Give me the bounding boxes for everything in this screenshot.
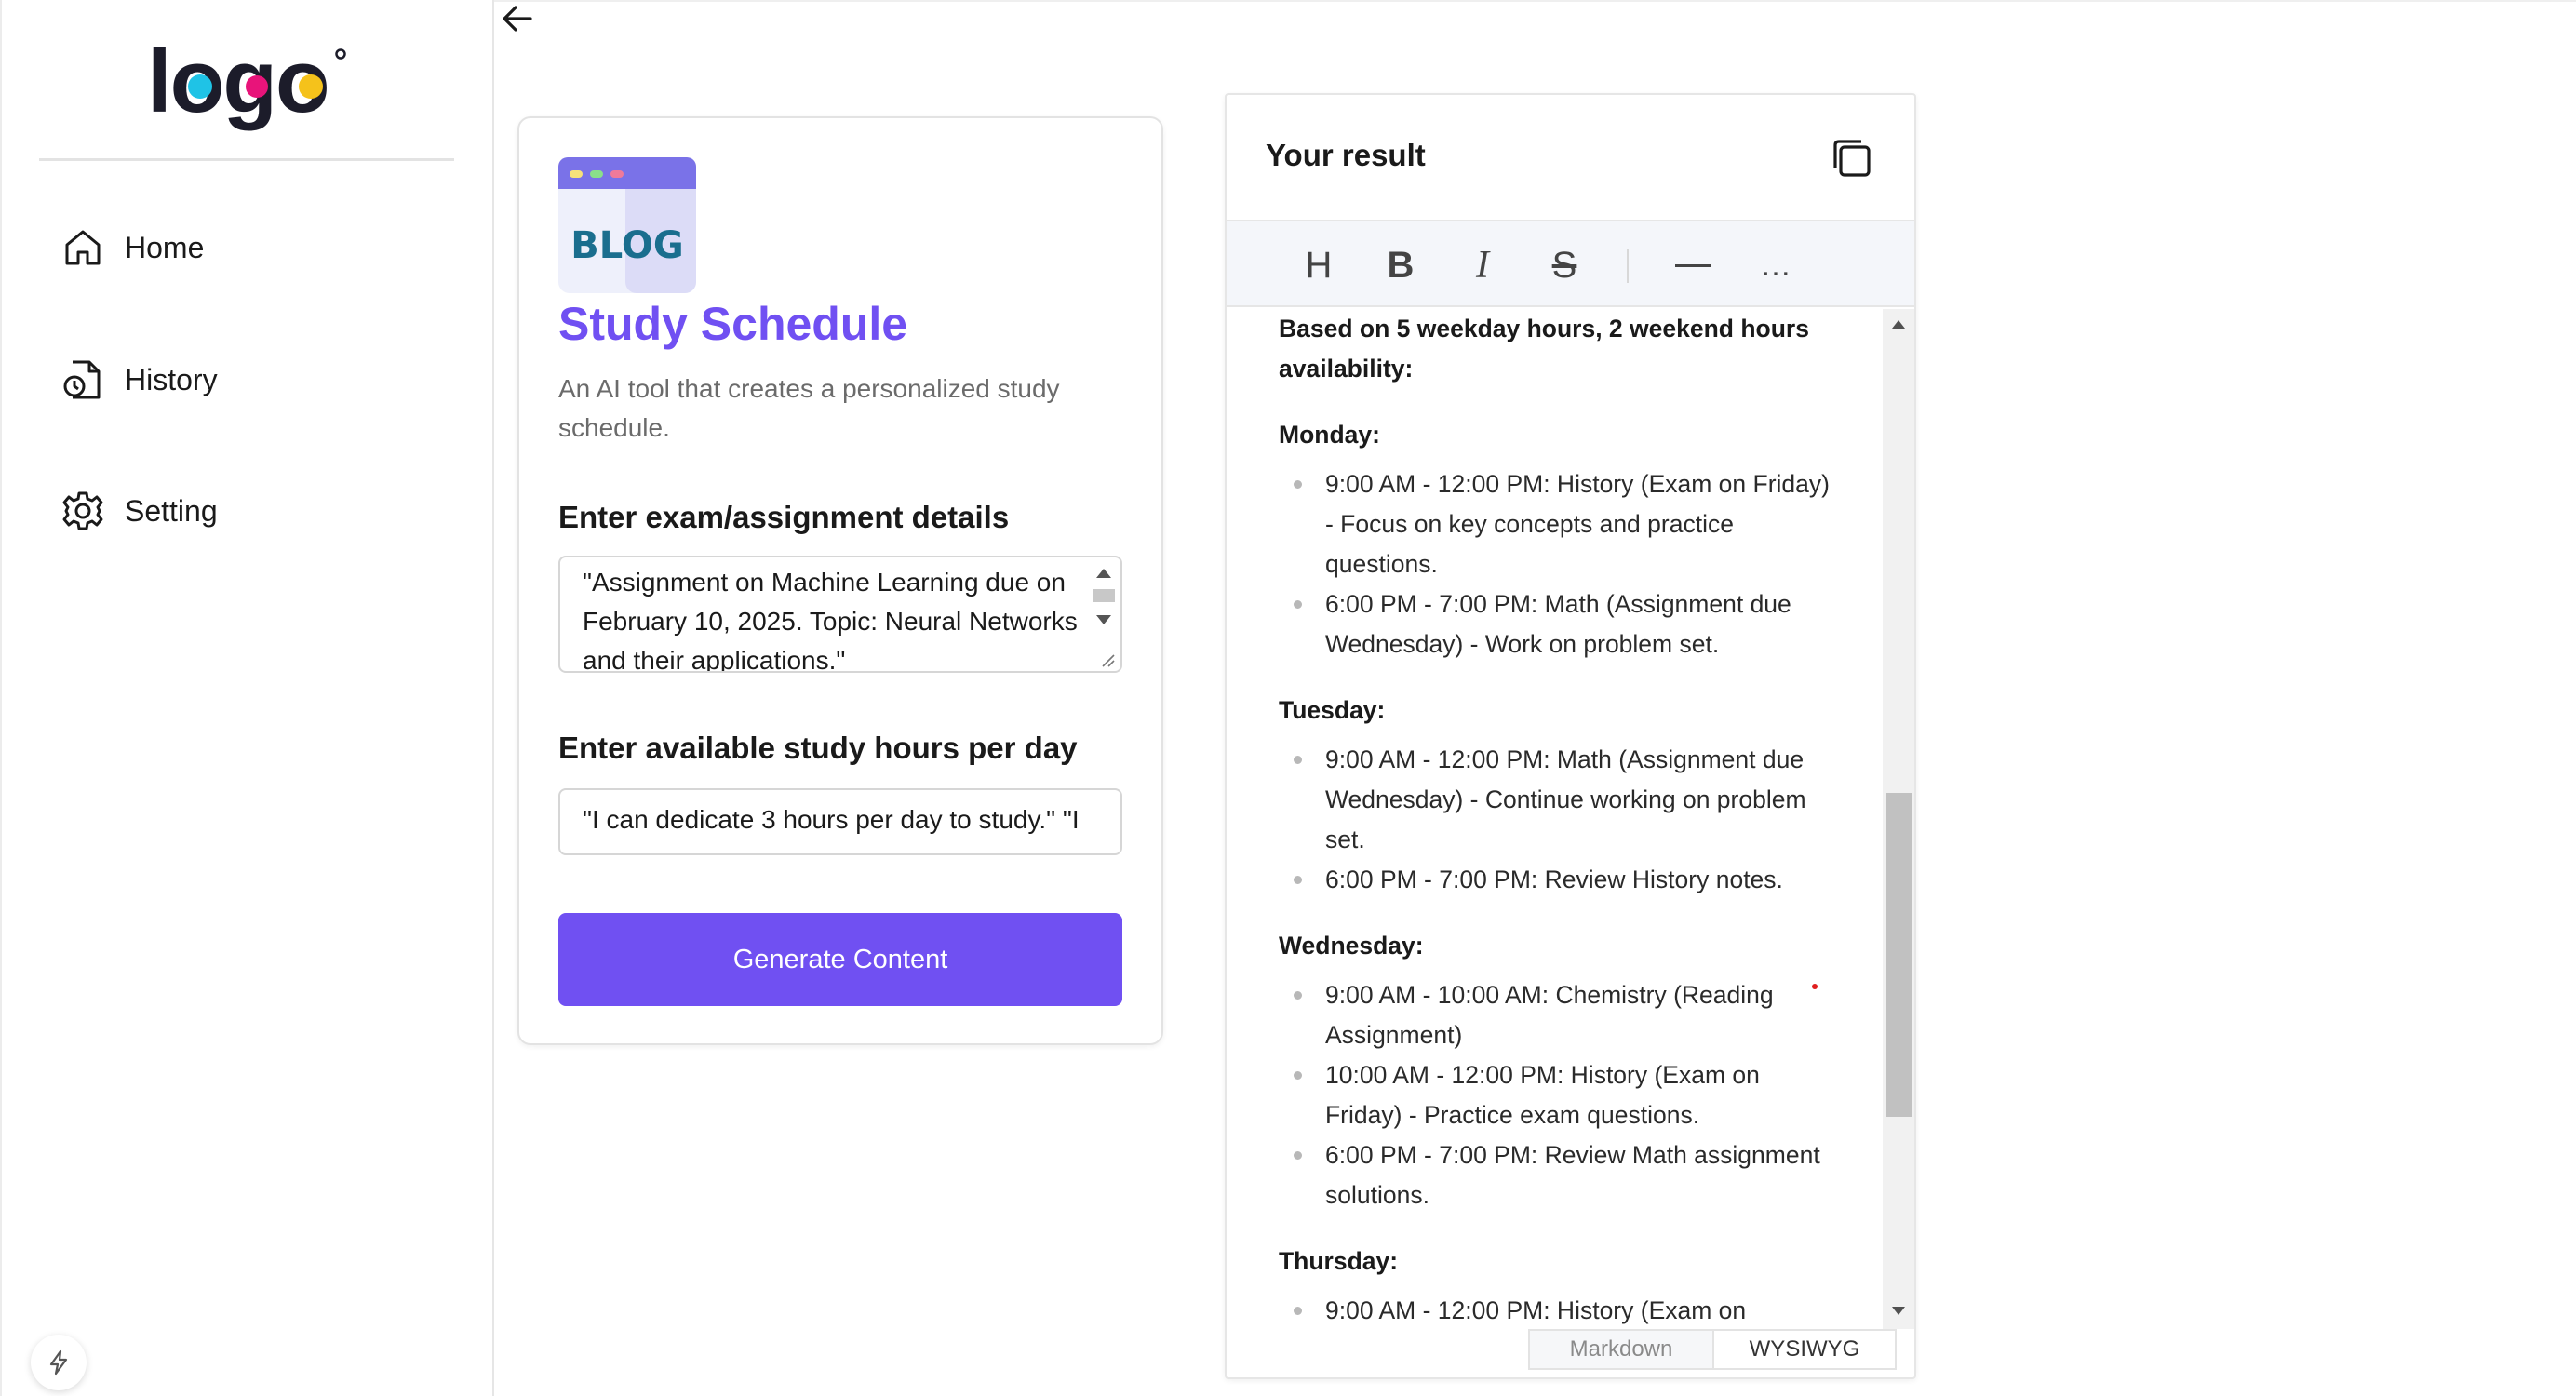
- editor-mode-tabs: Markdown WYSIWYG: [1528, 1329, 1897, 1370]
- list-item: 9:00 AM - 12:00 PM: History (Exam on Fri…: [1279, 464, 1837, 584]
- sidebar-item-history[interactable]: History: [61, 352, 218, 408]
- result-panel: Your result H B I S … Based on 5 weekday…: [1225, 93, 1916, 1379]
- result-scrollbar[interactable]: [1883, 309, 1914, 1329]
- result-intro: Based on 5 weekday hours, 2 weekend hour…: [1279, 315, 1809, 383]
- tool-form-card: BLOG Study Schedule An AI tool that crea…: [517, 116, 1163, 1045]
- sidebar-item-label: Home: [125, 230, 205, 264]
- copy-icon: [1833, 140, 1871, 177]
- list-item: 10:00 AM - 12:00 PM: History (Exam on Fr…: [1279, 1055, 1837, 1135]
- copy-button[interactable]: [1828, 134, 1876, 182]
- day-heading: Thursday:: [1279, 1247, 1399, 1275]
- day-list: 9:00 AM - 12:00 PM: History (Exam on Fri…: [1279, 464, 1837, 664]
- more-button[interactable]: …: [1753, 242, 1800, 289]
- scroll-up-icon[interactable]: [1096, 569, 1111, 578]
- tab-markdown[interactable]: Markdown: [1528, 1329, 1712, 1370]
- scroll-thumb[interactable]: [1886, 793, 1912, 1117]
- list-item: 6:00 PM - 7:00 PM: Review History notes.: [1279, 860, 1837, 900]
- sidebar-item-label: History: [125, 362, 218, 396]
- history-icon: [61, 358, 104, 401]
- bolt-button[interactable]: [31, 1335, 87, 1390]
- study-hours-input[interactable]: "I can dedicate 3 hours per day to study…: [558, 788, 1122, 855]
- tool-title: Study Schedule: [558, 298, 908, 350]
- gear-icon: [61, 490, 104, 532]
- sidebar-item-home[interactable]: Home: [61, 220, 204, 275]
- day-list: 9:00 AM - 12:00 PM: History (Exam on: [1279, 1291, 1837, 1329]
- textarea-scrollbar[interactable]: [1089, 559, 1119, 667]
- arrow-left-icon: [503, 6, 532, 32]
- day-heading: Wednesday:: [1279, 932, 1424, 960]
- list-item: 9:00 AM - 12:00 PM: Math (Assignment due…: [1279, 740, 1837, 860]
- day-heading: Tuesday:: [1279, 696, 1386, 724]
- scroll-down-icon[interactable]: [1096, 615, 1111, 624]
- list-item: 9:00 AM - 12:00 PM: History (Exam on: [1279, 1291, 1837, 1329]
- strikethrough-button[interactable]: S: [1541, 242, 1588, 289]
- list-item: 6:00 PM - 7:00 PM: Math (Assignment due …: [1279, 584, 1837, 664]
- sidebar-item-setting[interactable]: Setting: [61, 483, 218, 539]
- top-border: [494, 0, 2576, 2]
- result-title: Your result: [1266, 138, 1426, 172]
- back-button[interactable]: [499, 0, 536, 37]
- scroll-thumb[interactable]: [1093, 589, 1115, 602]
- italic-button[interactable]: I: [1459, 242, 1506, 289]
- scroll-down-icon[interactable]: [1892, 1307, 1905, 1315]
- scroll-up-icon[interactable]: [1892, 320, 1905, 329]
- tab-wysiwyg[interactable]: WYSIWYG: [1712, 1329, 1897, 1370]
- day-list: 9:00 AM - 12:00 PM: Math (Assignment due…: [1279, 740, 1837, 900]
- horizontal-rule-icon: [1675, 264, 1711, 267]
- bolt-icon: [49, 1349, 68, 1376]
- result-content[interactable]: Based on 5 weekday hours, 2 weekend hour…: [1227, 309, 1914, 1329]
- sidebar-divider: [39, 158, 454, 161]
- tool-description: An AI tool that creates a personalized s…: [558, 374, 1060, 442]
- exam-details-value: "Assignment on Machine Learning due on F…: [583, 568, 1078, 673]
- day-heading: Monday:: [1279, 421, 1380, 449]
- day-list: 9:00 AM - 10:00 AM: Chemistry (Reading A…: [1279, 975, 1837, 1215]
- blog-icon-label: BLOG: [570, 224, 683, 267]
- list-item: 6:00 PM - 7:00 PM: Review Math assignmen…: [1279, 1135, 1837, 1215]
- exam-details-textarea[interactable]: "Assignment on Machine Learning due on F…: [558, 556, 1122, 673]
- exam-details-label: Enter exam/assignment details: [558, 500, 1010, 534]
- heading-button[interactable]: H: [1295, 242, 1342, 289]
- list-item: 9:00 AM - 10:00 AM: Chemistry (Reading A…: [1279, 975, 1837, 1055]
- study-hours-value: "I can dedicate 3 hours per day to study…: [583, 805, 1080, 834]
- resize-handle-icon[interactable]: [1100, 652, 1115, 667]
- home-icon: [61, 226, 104, 269]
- study-hours-label: Enter available study hours per day: [558, 731, 1078, 765]
- sidebar: logo Home History Setting: [0, 0, 494, 1396]
- result-text: Based on 5 weekday hours, 2 weekend hour…: [1279, 309, 1837, 1329]
- cursor-dot: [1812, 984, 1818, 989]
- editor-toolbar: H B I S …: [1227, 220, 1914, 307]
- bold-button[interactable]: B: [1377, 242, 1424, 289]
- generate-content-button[interactable]: Generate Content: [558, 913, 1122, 1006]
- toolbar-divider: [1627, 249, 1629, 283]
- sidebar-item-label: Setting: [125, 493, 218, 528]
- horizontal-rule-button[interactable]: [1670, 242, 1716, 289]
- blog-icon: BLOG: [558, 157, 696, 293]
- logo: logo: [147, 35, 346, 131]
